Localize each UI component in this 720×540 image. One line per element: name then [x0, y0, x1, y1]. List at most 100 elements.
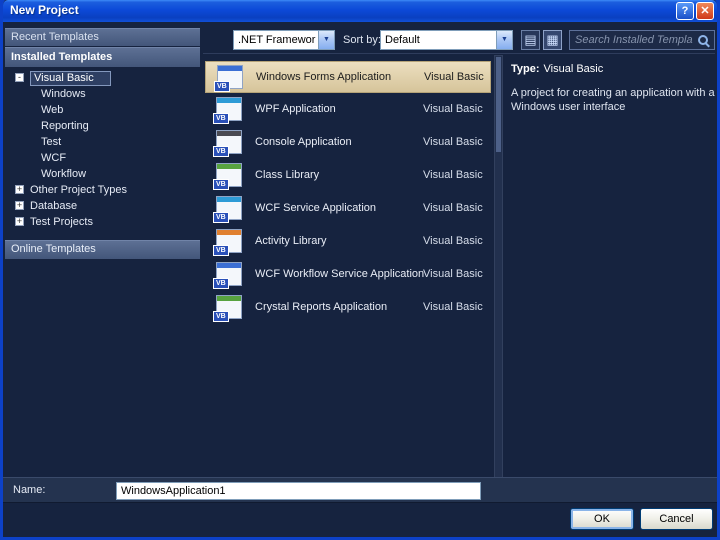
vb-badge-icon: VB	[213, 278, 229, 289]
windows-forms-icon: VB	[214, 64, 244, 92]
sidebar-item-test[interactable]: Test	[5, 135, 200, 151]
small-icons-view-button[interactable]: ▤	[521, 30, 540, 50]
tree-label: Database	[30, 200, 78, 212]
template-name: WCF Service Application	[255, 202, 377, 214]
icon-bar	[218, 66, 242, 71]
template-row-wpf-application[interactable]: VB WPF Application Visual Basic	[205, 94, 491, 126]
sidebar: Recent Templates Installed Templates - Vi…	[5, 22, 200, 537]
sort-select[interactable]: Default ▼	[380, 30, 513, 50]
template-row-windows-forms-application[interactable]: VB Windows Forms Application Visual Basi…	[205, 61, 491, 93]
search-input[interactable]	[573, 32, 695, 48]
sidebar-item-visual-basic[interactable]: - Visual Basic	[5, 71, 200, 87]
icon-bar	[217, 230, 241, 235]
template-name: Crystal Reports Application	[255, 301, 388, 313]
help-button[interactable]: ?	[676, 2, 694, 20]
template-name: WCF Workflow Service Application	[255, 268, 425, 280]
chevron-down-icon[interactable]: ▼	[496, 31, 512, 49]
icon-bar	[217, 98, 241, 103]
template-row-crystal-reports-application[interactable]: VB Crystal Reports Application Visual Ba…	[205, 292, 491, 324]
sidebar-item-other-project-types[interactable]: + Other Project Types	[5, 183, 200, 199]
vb-badge-icon: VB	[213, 245, 229, 256]
expand-icon[interactable]: +	[15, 217, 24, 226]
sidebar-installed-templates[interactable]: Installed Templates	[5, 47, 200, 67]
sidebar-item-test-projects[interactable]: + Test Projects	[5, 215, 200, 231]
tree-label: Test	[41, 136, 62, 148]
template-row-console-application[interactable]: VB Console Application Visual Basic	[205, 127, 491, 159]
scrollbar-thumb[interactable]	[496, 57, 501, 152]
wpf-application-icon: VB	[213, 96, 243, 124]
sidebar-online-templates[interactable]: Online Templates	[5, 240, 200, 259]
template-type: Visual Basic	[423, 202, 483, 214]
sort-by-label: Sort by:	[343, 34, 381, 46]
icon-bar	[217, 164, 241, 169]
framework-select[interactable]: .NET Framework 4 ▼	[233, 30, 335, 50]
template-type-line: Type: Visual Basic	[511, 63, 715, 75]
template-type: Visual Basic	[423, 301, 483, 313]
chevron-down-icon[interactable]: ▼	[318, 31, 334, 49]
sidebar-item-workflow[interactable]: Workflow	[5, 167, 200, 183]
vb-badge-icon: VB	[213, 179, 229, 190]
template-type: Visual Basic	[424, 71, 484, 83]
template-info-pane: Type: Visual Basic A project for creating…	[507, 55, 719, 478]
project-name-input[interactable]	[116, 482, 481, 500]
template-row-wcf-service-application[interactable]: VB WCF Service Application Visual Basic	[205, 193, 491, 225]
template-name: Activity Library	[255, 235, 327, 247]
tree-label: Web	[41, 104, 64, 116]
sort-value: Default	[385, 34, 420, 46]
sidebar-item-database[interactable]: + Database	[5, 199, 200, 215]
ok-button[interactable]: OK	[570, 508, 634, 530]
template-list-scrollbar[interactable]	[494, 55, 503, 478]
vb-badge-icon: VB	[213, 146, 229, 157]
console-application-icon: VB	[213, 129, 243, 157]
tree-label: Windows	[41, 88, 86, 100]
icon-bar	[217, 296, 241, 301]
template-name: WPF Application	[255, 103, 336, 115]
class-library-icon: VB	[213, 162, 243, 190]
template-type: Visual Basic	[423, 169, 483, 181]
vb-badge-icon: VB	[214, 81, 230, 92]
template-name: Console Application	[255, 136, 352, 148]
new-project-dialog: New Project ? ✕ Recent Templates Install…	[0, 0, 720, 540]
search-box[interactable]	[569, 30, 715, 50]
medium-icons-view-button[interactable]: ▦	[543, 30, 562, 50]
titlebar-buttons: ? ✕	[676, 2, 714, 20]
tree-label: WCF	[41, 152, 67, 164]
tree-label: Workflow	[41, 168, 87, 180]
type-value: Visual Basic	[543, 63, 604, 75]
crystal-reports-icon: VB	[213, 294, 243, 322]
cancel-button[interactable]: Cancel	[640, 508, 713, 530]
sidebar-item-wcf[interactable]: WCF	[5, 151, 200, 167]
template-type: Visual Basic	[423, 136, 483, 148]
toolbar: .NET Framework 4 ▼ Sort by: Default ▼ ▤ …	[203, 22, 715, 54]
window-title: New Project	[10, 3, 79, 17]
titlebar[interactable]: New Project ? ✕	[3, 0, 717, 22]
tree-label: Visual Basic	[30, 71, 111, 86]
sidebar-recent-templates[interactable]: Recent Templates	[5, 28, 200, 46]
template-type: Visual Basic	[423, 235, 483, 247]
template-description: A project for creating an application wi…	[511, 87, 715, 113]
sidebar-item-web[interactable]: Web	[5, 103, 200, 119]
icon-bar	[217, 197, 241, 202]
template-row-activity-library[interactable]: VB Activity Library Visual Basic	[205, 226, 491, 258]
close-button[interactable]: ✕	[696, 2, 714, 20]
dialog-body: Recent Templates Installed Templates - Vi…	[3, 22, 717, 537]
type-label: Type:	[511, 63, 540, 75]
template-type: Visual Basic	[423, 268, 483, 280]
sidebar-item-reporting[interactable]: Reporting	[5, 119, 200, 135]
template-row-class-library[interactable]: VB Class Library Visual Basic	[205, 160, 491, 192]
search-icon[interactable]	[698, 35, 710, 47]
icon-bar	[217, 131, 241, 136]
vb-badge-icon: VB	[213, 311, 229, 322]
medium-icons-view-icon: ▦	[546, 32, 559, 47]
vb-badge-icon: VB	[213, 113, 229, 124]
expand-icon[interactable]: +	[15, 201, 24, 210]
template-row-wcf-workflow-service-application[interactable]: VB WCF Workflow Service Application Visu…	[205, 259, 491, 291]
name-row: Name:	[3, 477, 717, 503]
activity-library-icon: VB	[213, 228, 243, 256]
sidebar-item-windows[interactable]: Windows	[5, 87, 200, 103]
framework-value: .NET Framework 4	[238, 34, 316, 46]
icon-bar	[217, 263, 241, 268]
expand-icon[interactable]: +	[15, 185, 24, 194]
collapse-icon[interactable]: -	[15, 73, 24, 82]
template-name: Class Library	[255, 169, 320, 181]
